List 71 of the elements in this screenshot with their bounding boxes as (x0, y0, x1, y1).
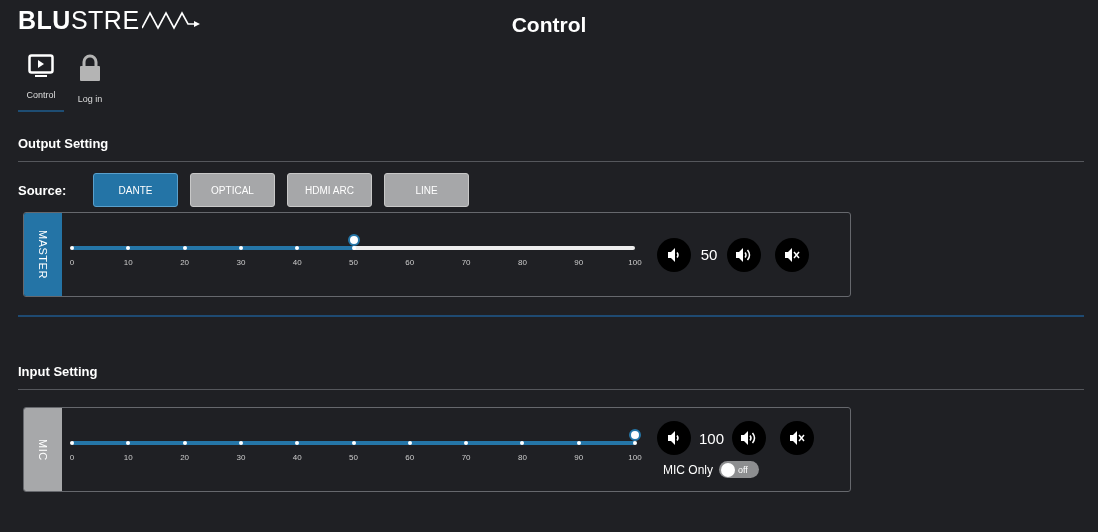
mute-icon (784, 246, 800, 263)
screen-icon (28, 54, 54, 78)
tick-mark (351, 440, 356, 445)
tick-label: 80 (517, 452, 527, 462)
lock-icon (79, 54, 101, 82)
volume-down-button[interactable] (657, 237, 691, 272)
tick-label: 30 (236, 257, 246, 267)
tick-label: 60 (405, 257, 415, 267)
speaker-icon (667, 430, 681, 446)
tick-mark (351, 245, 356, 250)
tick-label: 50 (349, 257, 358, 267)
tick-label: 10 (123, 257, 133, 267)
tick-mark (576, 440, 581, 445)
tick-label: 100 (628, 257, 642, 267)
wave-arrow-icon (141, 10, 202, 30)
tick-label: 0 (69, 257, 75, 267)
tick-mark (70, 440, 74, 445)
tick-label: 100 (628, 452, 642, 462)
source-button[interactable]: DANTE (93, 173, 178, 207)
tick-label: 90 (574, 257, 584, 267)
source-label: Source: (18, 182, 68, 198)
tick-label: 70 (461, 257, 471, 267)
volume-slider[interactable]: 0 10 20 30 40 50 60 70 80 90 100 (64, 237, 643, 272)
tick-label: 70 (461, 452, 471, 462)
tick-mark (238, 440, 243, 445)
toggle-switch[interactable]: off (719, 461, 759, 478)
tick-mark (407, 440, 412, 445)
speaker-loud-icon (735, 246, 753, 263)
channel-label: MASTER (24, 213, 62, 296)
tick-label: 40 (292, 452, 302, 462)
tick-mark (633, 440, 637, 445)
logo-text: BLUSTRE (18, 5, 140, 35)
tick-label: 0 (69, 452, 75, 462)
volume-value: 50 (699, 246, 719, 263)
nav-tab[interactable]: Log in (70, 50, 110, 112)
volume-up-button[interactable] (732, 421, 767, 455)
tick-label: 30 (236, 452, 246, 462)
tick-mark (520, 440, 525, 445)
tick-label: 90 (574, 452, 584, 462)
speaker-icon (667, 246, 681, 263)
channel-label: MIC (24, 408, 62, 491)
slider-handle[interactable] (629, 428, 641, 441)
tick-mark (126, 245, 131, 250)
tick-label: 80 (517, 257, 527, 267)
tick-mark (464, 440, 469, 445)
volume-slider[interactable]: 0 10 20 30 40 50 60 70 80 90 100 (64, 432, 643, 467)
mute-icon (789, 430, 806, 446)
slider-handle[interactable] (347, 233, 360, 246)
tick-mark (238, 245, 243, 250)
section-heading: Input Setting (18, 364, 99, 379)
tick-label: 10 (123, 452, 133, 462)
tick-mark (70, 245, 74, 250)
volume-down-button[interactable] (657, 421, 691, 455)
volume-up-button[interactable] (727, 237, 761, 272)
tick-mark (126, 440, 131, 445)
tick-mark (295, 245, 300, 250)
tick-mark (182, 245, 187, 250)
tick-label: 20 (180, 452, 190, 462)
volume-value: 100 (699, 429, 725, 447)
toggle-label: MIC Only (663, 462, 713, 477)
tick-label: 60 (405, 452, 415, 462)
tick-mark (182, 440, 187, 445)
tick-label: 50 (349, 452, 358, 462)
mute-button[interactable] (775, 237, 809, 272)
nav-tab[interactable]: Control (18, 50, 64, 112)
tick-mark (295, 440, 300, 445)
mute-button[interactable] (780, 421, 815, 455)
page-title: Control (511, 13, 587, 36)
tick-label: 20 (180, 257, 190, 267)
section-heading: Output Setting (18, 136, 110, 151)
tick-label: 40 (292, 257, 302, 267)
